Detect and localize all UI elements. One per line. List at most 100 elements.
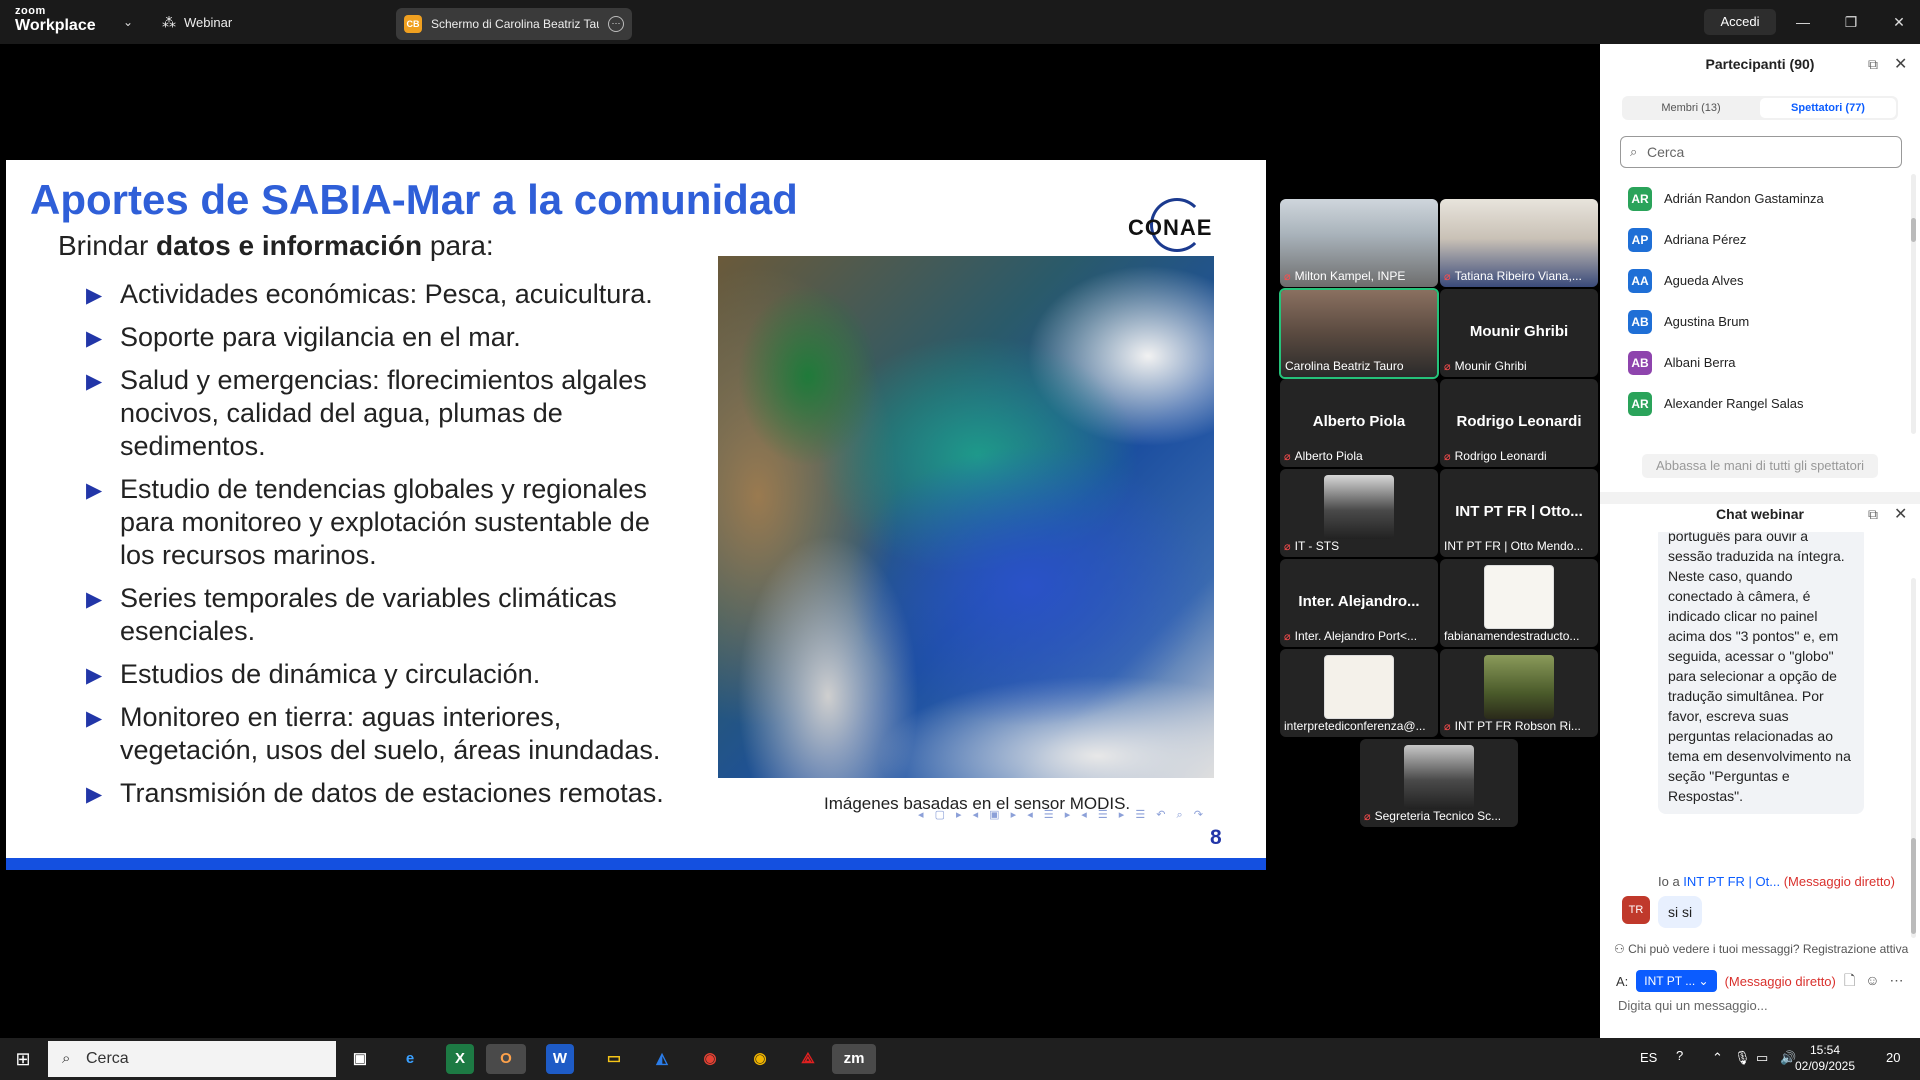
chat-tool-icons[interactable]: 🗋☺⋯: [1844, 970, 1914, 994]
clock[interactable]: 15:54 02/09/2025: [1780, 1042, 1870, 1074]
acrobat-icon[interactable]: ⟁: [788, 1044, 828, 1074]
mic-muted-icon: ⌀: [1444, 270, 1451, 283]
task-view-icon[interactable]: ▣: [340, 1044, 380, 1074]
close-window-icon[interactable]: ✕: [1884, 10, 1914, 34]
outlook-icon[interactable]: O: [486, 1044, 526, 1074]
tab-members[interactable]: Membri (13): [1622, 96, 1760, 120]
popout-icon[interactable]: ⧉: [1868, 56, 1878, 73]
list-item[interactable]: AR Adrián Randon Gastaminza: [1600, 178, 1910, 219]
chrome-icon[interactable]: ◉: [740, 1044, 780, 1074]
notification-count[interactable]: 20: [1886, 1050, 1900, 1065]
message-recipient-line: Io a INT PT FR | Ot... (Messaggio dirett…: [1658, 874, 1895, 889]
mic-muted-icon: ⌀: [1444, 720, 1451, 733]
video-tile[interactable]: Inter. Alejandro... ⌀ Inter. Alejandro Po…: [1280, 559, 1438, 647]
video-tile[interactable]: Mounir Ghribi ⌀ Mounir Ghribi: [1440, 289, 1598, 377]
slide-page-number: 8: [1210, 826, 1222, 849]
zoom-workplace-logo: zoom Workplace: [15, 5, 96, 34]
windows-start-icon[interactable]: ⊞: [12, 1048, 34, 1070]
list-item[interactable]: AP Adriana Pérez: [1600, 219, 1910, 260]
chevron-down-icon[interactable]: ⌄: [118, 12, 138, 32]
excel-icon[interactable]: X: [446, 1044, 474, 1074]
chat-message-input[interactable]: Digita qui un messaggio...: [1618, 998, 1768, 1013]
share-tab-label: Schermo di Carolina Beatriz Tauro: [431, 17, 599, 31]
maximize-icon[interactable]: ❐: [1836, 10, 1866, 34]
video-tile[interactable]: ⌀ Milton Kampel, INPE: [1280, 199, 1438, 287]
bullet-item: ▶ Transmisión de datos de estaciones remo…: [86, 777, 686, 810]
bullet-arrow-icon: ▶: [86, 327, 103, 350]
visibility-info-link[interactable]: ⚇ Chi può vedere i tuoi messaggi? Regist…: [1614, 942, 1908, 956]
screen-share-tab[interactable]: CB Schermo di Carolina Beatriz Tauro ···: [396, 8, 632, 40]
shared-slide: Aportes de SABIA-Mar a la comunidad Brin…: [6, 160, 1266, 870]
mic-muted-icon: ⌀: [1284, 540, 1291, 553]
mic-muted-icon: ⌀: [1284, 450, 1291, 463]
file-explorer-icon[interactable]: ▭: [594, 1044, 634, 1074]
zoom-taskbar-icon[interactable]: zm: [832, 1044, 876, 1074]
input-language[interactable]: ES: [1640, 1050, 1657, 1065]
slide-navigation-icons: ◂ ▢ ▸ ◂ ▣ ▸ ◂ ☰ ▸ ◂ ☰ ▸ ☰ ↶ ⌕ ↷: [918, 809, 1207, 821]
bullet-item: ▶ Salud y emergencias: florecimientos alg…: [86, 365, 647, 461]
avatar: AR: [1628, 186, 1652, 211]
video-tile[interactable]: ⌀ Tatiana Ribeiro Viana,...: [1440, 199, 1598, 287]
video-tile[interactable]: fabianamendestraducto...: [1440, 559, 1598, 647]
video-tile[interactable]: ⌀ IT - STS: [1280, 469, 1438, 557]
video-tile-active-speaker[interactable]: Carolina Beatriz Tauro: [1279, 288, 1439, 379]
slide-subtitle: Brindar datos e información para:: [58, 230, 494, 261]
bullet-arrow-icon: ▶: [86, 370, 103, 393]
conae-logo: CONAE: [1128, 198, 1220, 252]
bullet-item: ▶ Series temporales de variables climátic…: [86, 583, 617, 646]
video-tile[interactable]: Rodrigo Leonardi ⌀ Rodrigo Leonardi: [1440, 379, 1598, 467]
mic-muted-icon: ⌀: [1444, 360, 1451, 373]
video-tile[interactable]: ⌀ Segreteria Tecnico Sc...: [1360, 739, 1518, 827]
edge-icon[interactable]: e: [390, 1044, 430, 1074]
list-item[interactable]: AB Albani Berra: [1600, 342, 1910, 383]
chat-scrollbar[interactable]: [1911, 578, 1916, 938]
participant-photo: [1324, 475, 1394, 539]
webinar-icon: ⁂: [162, 13, 176, 30]
windows-taskbar: ⊞ ⌕ Cerca ▣ e X O W ▭ ◭ ◉ ◉ ⟁ zm ES ? ⌃ …: [0, 1038, 1920, 1080]
webinar-button[interactable]: ⁂ Webinar: [162, 10, 232, 34]
video-tile[interactable]: ⌀ INT PT FR Robson Ri...: [1440, 649, 1598, 737]
bullet-item: ▶ Estudios de dinámica y circulación.: [86, 658, 686, 691]
bullet-item: ▶ Monitoreo en tierra: aguas interiores, …: [86, 702, 661, 765]
chrome-icon[interactable]: ◉: [690, 1044, 730, 1074]
video-tile[interactable]: interpretediconferenza@...: [1280, 649, 1438, 737]
minimize-icon[interactable]: —: [1788, 10, 1818, 34]
participant-search-input[interactable]: ⌕ Cerca: [1620, 136, 1902, 168]
chevron-up-icon[interactable]: ⌃: [1712, 1050, 1723, 1066]
app-icon[interactable]: ◭: [642, 1044, 682, 1074]
participant-list: AR Adrián Randon Gastaminza AP Adriana Pér…: [1600, 178, 1910, 434]
participant-photo: [1404, 745, 1474, 809]
participant-photo: [1484, 655, 1554, 719]
participant-logo: [1324, 655, 1394, 719]
chat-close-icon[interactable]: ✕: [1894, 504, 1907, 524]
word-icon[interactable]: W: [546, 1044, 574, 1074]
bullet-item: ▶ Actividades económicas: Pesca, acuicult…: [86, 278, 686, 311]
microphone-icon[interactable]: 🎙: [1734, 1050, 1751, 1066]
mic-muted-icon: ⌀: [1284, 630, 1291, 643]
lower-all-hands-button[interactable]: Abbassa le mani di tutti gli spettatori: [1642, 454, 1878, 478]
list-item[interactable]: AB Agustina Brum: [1600, 301, 1910, 342]
bullet-item: ▶ Soporte para vigilancia en el mar.: [86, 321, 686, 354]
participants-scrollbar[interactable]: [1911, 174, 1916, 434]
person-lock-icon: ⚇: [1614, 942, 1625, 956]
help-icon[interactable]: ?: [1676, 1048, 1683, 1063]
more-options-icon[interactable]: ···: [608, 16, 624, 32]
avatar: AR: [1628, 391, 1652, 416]
slide-footer-bar: [6, 858, 1266, 870]
side-panel: Partecipanti (90) ⧉ ✕ Membri (13) Spetta…: [1600, 44, 1920, 1038]
taskbar-search[interactable]: ⌕ Cerca: [48, 1041, 336, 1077]
chat-popout-icon[interactable]: ⧉: [1868, 506, 1878, 523]
tab-viewers[interactable]: Spettatori (77): [1760, 98, 1896, 118]
video-tile[interactable]: INT PT FR | Otto... INT PT FR | Otto Men…: [1440, 469, 1598, 557]
participants-tabs: Membri (13) Spettatori (77): [1622, 96, 1898, 120]
video-tile[interactable]: Alberto Piola ⌀ Alberto Piola: [1280, 379, 1438, 467]
close-icon[interactable]: ✕: [1894, 54, 1907, 74]
network-icon[interactable]: ▭: [1756, 1050, 1768, 1066]
list-item[interactable]: AA Agueda Alves: [1600, 260, 1910, 301]
bullet-arrow-icon: ▶: [86, 783, 103, 806]
search-icon: ⌕: [62, 1050, 71, 1067]
recipient-row: A: INT PT ... ⌄ (Messaggio diretto): [1616, 970, 1836, 992]
list-item[interactable]: AR Alexander Rangel Salas: [1600, 383, 1910, 424]
recipient-select[interactable]: INT PT ... ⌄: [1636, 970, 1717, 992]
login-button[interactable]: Accedi: [1704, 9, 1776, 35]
